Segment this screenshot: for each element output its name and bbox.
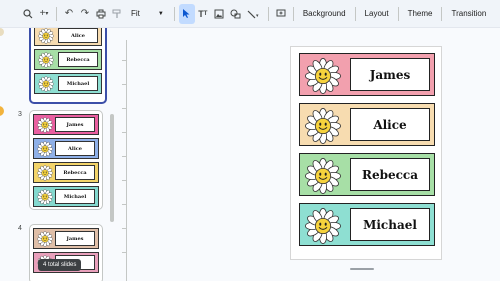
name-card[interactable]: Rebecca [299,153,435,196]
thumbnail-name-card: Michael [33,186,99,207]
slide-number-3: 3 [18,111,22,118]
divider [173,6,175,21]
daisy-smiley-icon [305,158,341,194]
daisy-smiley-icon [305,208,341,244]
daisy-smiley-icon [37,75,55,92]
ruler-tick [122,84,126,85]
zoom-value: Fit [131,9,140,18]
name-label: James [55,231,95,246]
ruler-tick [122,132,126,133]
total-slides-tooltip: 4 total slides [38,259,82,271]
daisy-smiley-icon [305,58,341,94]
redo-icon[interactable]: ↷ [77,4,93,24]
thumbnail-name-card: James [33,228,99,249]
new-slide-button[interactable]: + ▾ [36,4,52,24]
name-label: James [55,117,95,132]
name-label: Rebecca [55,165,95,180]
name-card-label: James [350,58,430,91]
name-card-label: Alice [350,108,430,141]
thumbnail-name-card: Alice [34,28,102,46]
thumbnail-name-card: Rebecca [33,162,99,183]
name-label: Rebecca [58,52,98,67]
shape-icon[interactable] [227,4,244,24]
name-label: Michael [55,189,95,204]
daisy-smiley-icon [36,140,54,157]
line-icon[interactable]: ▾ [244,4,264,24]
zoom-select[interactable]: Fit ▼ [125,9,170,18]
slide-thumbnail-4[interactable]: James [29,224,103,281]
theme-button[interactable]: Theme [403,4,438,24]
name-card[interactable]: Michael [299,203,435,246]
svg-text:▾: ▾ [256,13,259,19]
text-box-icon[interactable]: TT [195,4,211,24]
background-button[interactable]: Background [298,4,351,24]
thumbnail-name-card: James [33,114,99,135]
ruler-tick [122,180,126,181]
thumbnail-name-card: Alice [33,138,99,159]
name-card-label: Rebecca [350,158,430,191]
ruler-tick [122,252,126,253]
undo-icon[interactable]: ↶ [61,4,77,24]
ruler-tick [122,204,126,205]
print-icon[interactable] [93,4,109,24]
add-comment-icon[interactable] [273,4,289,24]
slide-number-4: 4 [18,225,22,232]
daisy-smiley-icon [305,108,341,144]
name-card-label: Michael [350,208,430,241]
flower-decoration-icon [0,106,4,116]
toolbar: + ▾ ↶ ↷ Fit ▼ TT ▾ Background Layout Them… [0,0,500,28]
daisy-smiley-icon [37,28,55,44]
filmstrip-scrollbar[interactable] [110,114,114,222]
thumbnail-cards: James Alice Rebecca Michael [33,114,99,207]
name-card[interactable]: Alice [299,103,435,146]
divider [292,6,294,21]
daisy-smiley-icon [36,116,54,133]
slide-thumbnail-2[interactable]: Alice Rebecca Michael [29,28,107,104]
ruler-tick [122,60,126,61]
layout-button[interactable]: Layout [360,4,394,24]
name-label: Alice [55,141,95,156]
thumbnail-name-card: Michael [34,73,102,94]
chevron-down-icon: ▼ [157,10,164,17]
ruler-tick [122,156,126,157]
transition-button[interactable]: Transition [446,4,491,24]
ruler-tick [122,108,126,109]
daisy-smiley-icon [36,230,54,247]
divider [56,6,57,21]
name-card[interactable]: James [299,53,435,96]
daisy-smiley-icon [36,164,54,181]
horizontal-scrollbar[interactable] [350,268,374,270]
divider [267,6,269,21]
paint-format-icon[interactable] [109,4,125,24]
divider [441,6,443,21]
slide-filmstrip[interactable]: Alice Rebecca Michael 3 James Alice Rebe… [0,28,118,281]
slide-thumbnail-3[interactable]: James Alice Rebecca Michael [29,110,103,210]
daisy-smiley-icon [37,51,55,68]
current-slide[interactable]: James Alice Rebecca Michael [290,46,442,260]
divider [397,6,399,21]
flower-decoration-icon [0,28,4,36]
select-cursor-icon[interactable] [178,3,195,24]
divider [354,6,356,21]
name-label: Alice [58,28,98,43]
ruler-tick [122,228,126,229]
search-menus-icon[interactable] [20,4,36,24]
daisy-smiley-icon [36,188,54,205]
vertical-ruler [126,40,127,281]
image-icon[interactable] [211,4,227,24]
thumbnail-cards: Alice Rebecca Michael [34,28,102,94]
thumbnail-name-card: Rebecca [34,49,102,70]
name-label: Michael [58,76,98,91]
